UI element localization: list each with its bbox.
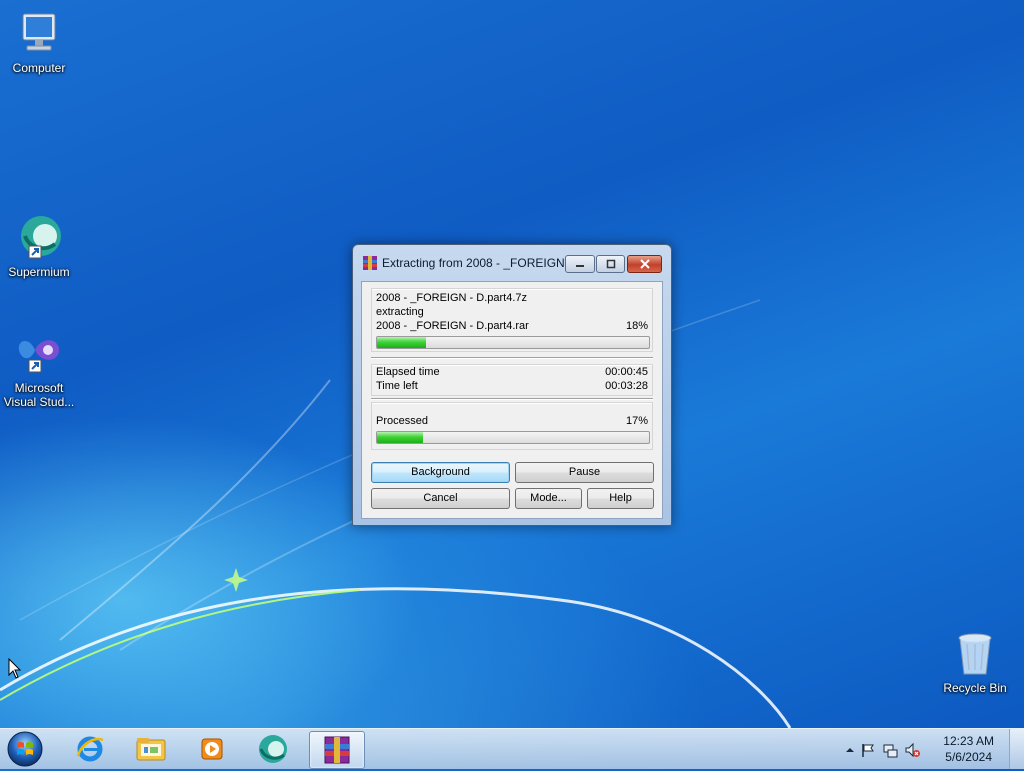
- clock-date: 5/6/2024: [945, 750, 992, 764]
- supermium-icon: [259, 735, 287, 763]
- clock-time: 12:23 AM: [943, 734, 994, 748]
- maximize-button[interactable]: [596, 255, 625, 273]
- desktop-icon-label: Supermium: [8, 265, 70, 279]
- mode-button[interactable]: Mode...: [515, 488, 582, 509]
- desktop-icon-computer[interactable]: Computer: [0, 10, 78, 75]
- desktop-icon-label: Recycle Bin: [943, 681, 1007, 695]
- file-percent: 18%: [625, 320, 648, 332]
- dialog-client: 2008 - _FOREIGN - D.part4.7z extracting …: [361, 281, 663, 519]
- cancel-button[interactable]: Cancel: [371, 488, 510, 509]
- start-button[interactable]: [6, 730, 44, 768]
- taskbar-clock[interactable]: 12:23 AM 5/6/2024: [943, 733, 994, 765]
- desktop-icon-label: Computer: [12, 61, 66, 75]
- desktop-icon-visual-studio[interactable]: Microsoft Visual Stud...: [0, 330, 78, 409]
- system-tray: 12:23 AM 5/6/2024: [834, 729, 1024, 769]
- windows-orb-icon: [7, 731, 43, 767]
- current-file: 2008 - _FOREIGN - D.part4.rar: [376, 320, 529, 332]
- supermium-icon: [15, 214, 63, 262]
- timeleft-label: Time left: [376, 380, 418, 392]
- taskbar: 12:23 AM 5/6/2024: [0, 728, 1024, 769]
- separator: [371, 398, 653, 400]
- recycle-bin-icon: [951, 630, 999, 678]
- close-icon: [639, 259, 650, 269]
- elapsed-label: Elapsed time: [376, 366, 440, 378]
- minimize-icon: [576, 265, 584, 267]
- processed-group: Processed 17%: [371, 402, 653, 450]
- processed-progress-bar: [376, 431, 650, 444]
- timeleft-value: 00:03:28: [605, 380, 648, 392]
- desktop-icon-label: Microsoft Visual Stud...: [3, 381, 75, 409]
- file-progress-bar: [376, 336, 650, 349]
- minimize-button[interactable]: [565, 255, 595, 273]
- separator: [371, 357, 653, 359]
- wallpaper-sparkle: [224, 568, 248, 592]
- media-player-icon: [201, 738, 223, 760]
- winrar-icon: [362, 255, 378, 271]
- processed-percent: 17%: [625, 415, 648, 427]
- help-button[interactable]: Help: [587, 488, 654, 509]
- file-explorer-icon: [136, 738, 166, 761]
- winrar-icon: [324, 736, 350, 764]
- restore-icon: [606, 259, 615, 269]
- desktop-icon-recycle-bin[interactable]: Recycle Bin: [936, 630, 1014, 695]
- taskbar-file-explorer[interactable]: [124, 731, 178, 767]
- taskbar-supermium[interactable]: [246, 731, 300, 767]
- taskbar-internet-explorer[interactable]: [63, 731, 117, 767]
- elapsed-value: 00:00:45: [605, 366, 648, 378]
- volume-muted-icon[interactable]: [904, 742, 920, 758]
- desktop-icon-supermium[interactable]: Supermium: [0, 214, 78, 279]
- processed-label: Processed: [376, 415, 428, 427]
- close-button[interactable]: [627, 255, 662, 273]
- file-progress-fill: [377, 337, 426, 348]
- dialog-title: Extracting from 2008 - _FOREIGN...: [382, 256, 575, 270]
- processed-progress-fill: [377, 432, 424, 443]
- network-icon[interactable]: [882, 742, 898, 758]
- file-progress-group: 2008 - _FOREIGN - D.part4.7z extracting …: [371, 288, 653, 352]
- pause-button[interactable]: Pause: [515, 462, 654, 483]
- taskbar-media-player[interactable]: [185, 731, 239, 767]
- taskbar-winrar[interactable]: [309, 731, 365, 769]
- visual-studio-icon: [15, 330, 63, 378]
- archive-name: 2008 - _FOREIGN - D.part4.7z: [376, 292, 527, 304]
- dialog-titlebar[interactable]: Extracting from 2008 - _FOREIGN...: [353, 245, 671, 279]
- time-group: Elapsed time 00:00:45 Time left 00:03:28: [371, 364, 653, 396]
- computer-icon: [15, 10, 63, 58]
- internet-explorer-icon: [76, 736, 104, 762]
- action-label: extracting: [376, 306, 424, 318]
- mouse-cursor-icon: [8, 658, 22, 679]
- winrar-extract-dialog: Extracting from 2008 - _FOREIGN... 2008 …: [352, 244, 672, 526]
- background-button[interactable]: Background: [371, 462, 510, 483]
- show-hidden-icons-icon[interactable]: [842, 742, 858, 758]
- show-desktop-button[interactable]: [1009, 729, 1024, 769]
- action-center-flag-icon[interactable]: [860, 742, 876, 758]
